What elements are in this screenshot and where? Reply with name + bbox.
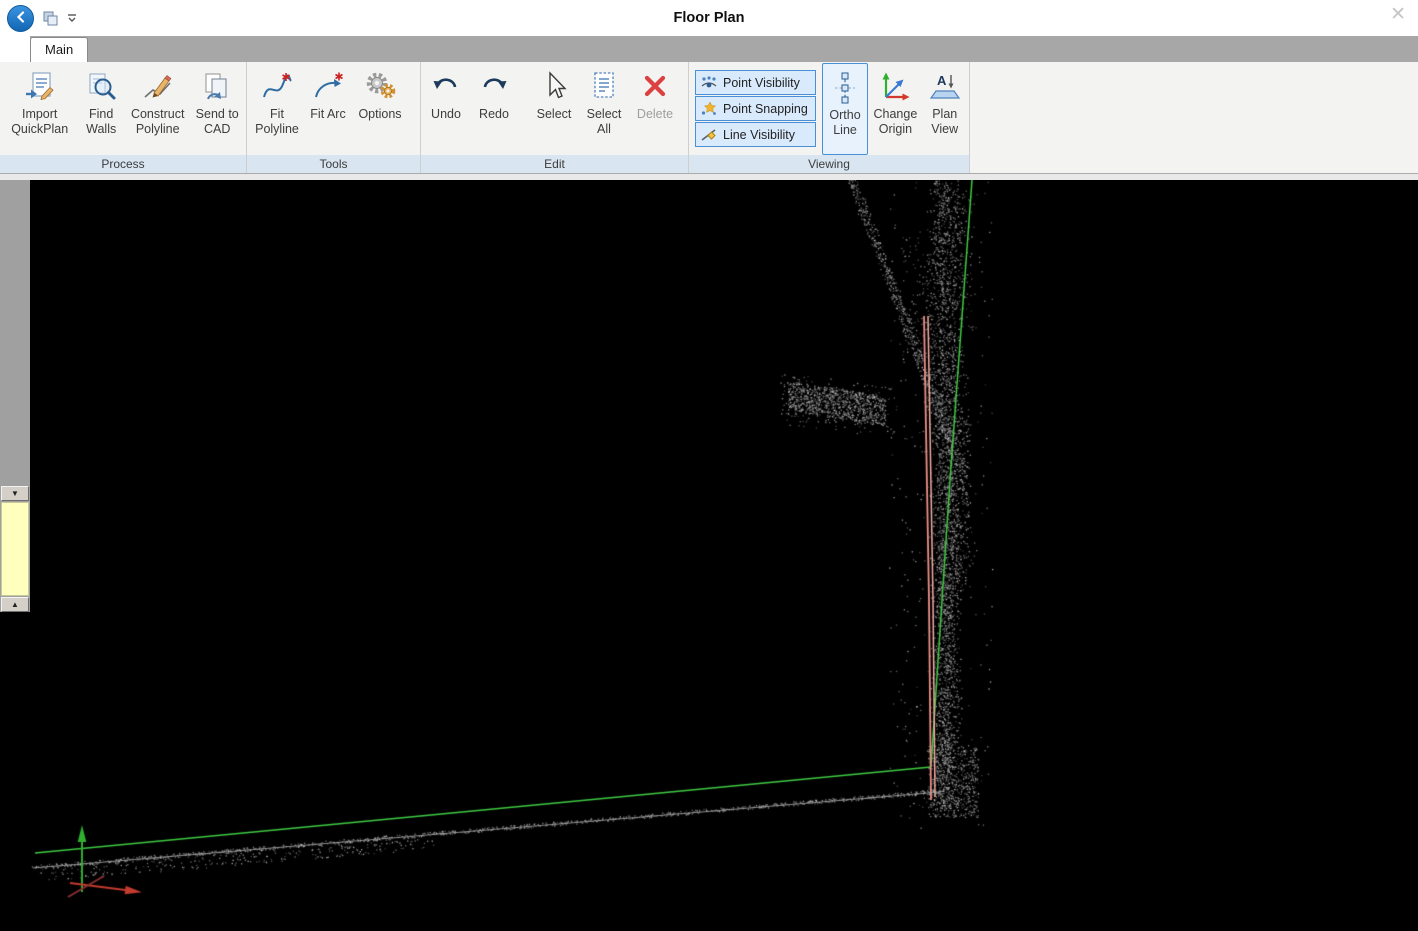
- change-origin-button[interactable]: Change Origin: [868, 63, 922, 155]
- import-quickplan-icon: [23, 67, 57, 107]
- close-button[interactable]: ✕: [1390, 5, 1406, 24]
- scroll-down-button[interactable]: ▼: [1, 486, 29, 501]
- ribbon: Import QuickPlan Find Walls: [0, 62, 1418, 174]
- select-label: Select: [537, 107, 572, 122]
- options-button[interactable]: Options: [351, 63, 409, 155]
- group-label-edit: Edit: [421, 155, 688, 173]
- group-label-viewing: Viewing: [689, 155, 969, 173]
- fit-polyline-label: Fit Polyline: [251, 107, 303, 137]
- line-visibility-toggle[interactable]: Line Visibility: [695, 122, 816, 147]
- window-title: Floor Plan: [0, 10, 1418, 26]
- ortho-line-button[interactable]: Ortho Line: [822, 63, 869, 155]
- import-quickplan-button[interactable]: Import QuickPlan: [2, 63, 77, 155]
- delete-label: Delete: [637, 107, 673, 122]
- send-to-cad-label: Send to CAD: [192, 107, 242, 137]
- quick-access-dropdown-icon[interactable]: [67, 13, 77, 23]
- slider-thumb[interactable]: [1, 502, 29, 596]
- viewport[interactable]: ▼ ▲: [0, 180, 1418, 931]
- select-all-label: Select All: [581, 107, 627, 137]
- import-quickplan-label: Import QuickPlan: [7, 107, 73, 137]
- scroll-up-button[interactable]: ▲: [1, 597, 29, 612]
- send-to-cad-button[interactable]: Send to CAD: [190, 63, 244, 155]
- select-button[interactable]: Select: [529, 63, 579, 155]
- app-icon: [42, 9, 60, 27]
- point-visibility-label: Point Visibility: [723, 76, 800, 90]
- select-icon: [537, 67, 571, 107]
- back-button[interactable]: [7, 5, 34, 32]
- ribbon-group-process: Import QuickPlan Find Walls: [0, 62, 247, 173]
- options-icon: [363, 67, 397, 107]
- plan-view-button[interactable]: A Plan View: [922, 63, 967, 155]
- point-snapping-icon: [700, 101, 718, 117]
- delete-icon: [638, 67, 672, 107]
- construct-polyline-button[interactable]: Construct Polyline: [125, 63, 190, 155]
- floor-plan-window: Floor Plan ✕ Main: [0, 0, 1418, 931]
- fit-arc-label: Fit Arc: [310, 107, 345, 122]
- fit-polyline-button[interactable]: Fit Polyline: [249, 63, 305, 155]
- pointcloud-canvas[interactable]: [0, 180, 1418, 931]
- ribbon-tab-bar: Main: [0, 36, 1418, 62]
- left-scroll-strip: ▼ ▲: [0, 180, 30, 612]
- back-chevron-icon: [15, 11, 27, 26]
- find-walls-button[interactable]: Find Walls: [77, 63, 125, 155]
- line-visibility-label: Line Visibility: [723, 128, 795, 142]
- find-walls-icon: [84, 67, 118, 107]
- construct-polyline-icon: [141, 67, 175, 107]
- select-all-icon: [587, 67, 621, 107]
- construct-polyline-label: Construct Polyline: [127, 107, 188, 137]
- undo-button[interactable]: Undo: [423, 63, 469, 155]
- redo-button[interactable]: Redo: [469, 63, 519, 155]
- ribbon-group-viewing: Point Visibility Point Snapping: [689, 62, 970, 173]
- line-visibility-icon: [700, 127, 718, 143]
- redo-label: Redo: [479, 107, 509, 122]
- point-snapping-label: Point Snapping: [723, 102, 808, 116]
- tab-main[interactable]: Main: [30, 37, 88, 62]
- group-label-process: Process: [0, 155, 246, 173]
- point-snapping-toggle[interactable]: Point Snapping: [695, 96, 816, 121]
- send-to-cad-icon: [200, 67, 234, 107]
- fit-arc-button[interactable]: Fit Arc: [305, 63, 351, 155]
- point-visibility-toggle[interactable]: Point Visibility: [695, 70, 816, 95]
- undo-label: Undo: [431, 107, 461, 122]
- fit-arc-icon: [311, 67, 345, 107]
- svg-text:A: A: [937, 73, 947, 88]
- redo-icon: [477, 67, 511, 107]
- options-label: Options: [358, 107, 401, 122]
- ribbon-group-tools: Fit Polyline: [247, 62, 421, 173]
- fit-polyline-icon: [260, 67, 294, 107]
- ortho-line-label: Ortho Line: [825, 108, 866, 138]
- group-label-tools: Tools: [247, 155, 420, 173]
- title-bar: Floor Plan ✕: [0, 0, 1418, 36]
- ribbon-group-edit: Undo Redo: [421, 62, 689, 173]
- ortho-line-icon: [830, 68, 860, 108]
- change-origin-label: Change Origin: [870, 107, 920, 137]
- find-walls-label: Find Walls: [79, 107, 123, 137]
- undo-icon: [429, 67, 463, 107]
- change-origin-icon: [878, 67, 912, 107]
- delete-button: Delete: [629, 63, 681, 155]
- plan-view-label: Plan View: [924, 107, 965, 137]
- select-all-button[interactable]: Select All: [579, 63, 629, 155]
- viewing-toggles: Point Visibility Point Snapping: [695, 70, 816, 155]
- plan-view-icon: A: [928, 67, 962, 107]
- point-visibility-icon: [700, 75, 718, 91]
